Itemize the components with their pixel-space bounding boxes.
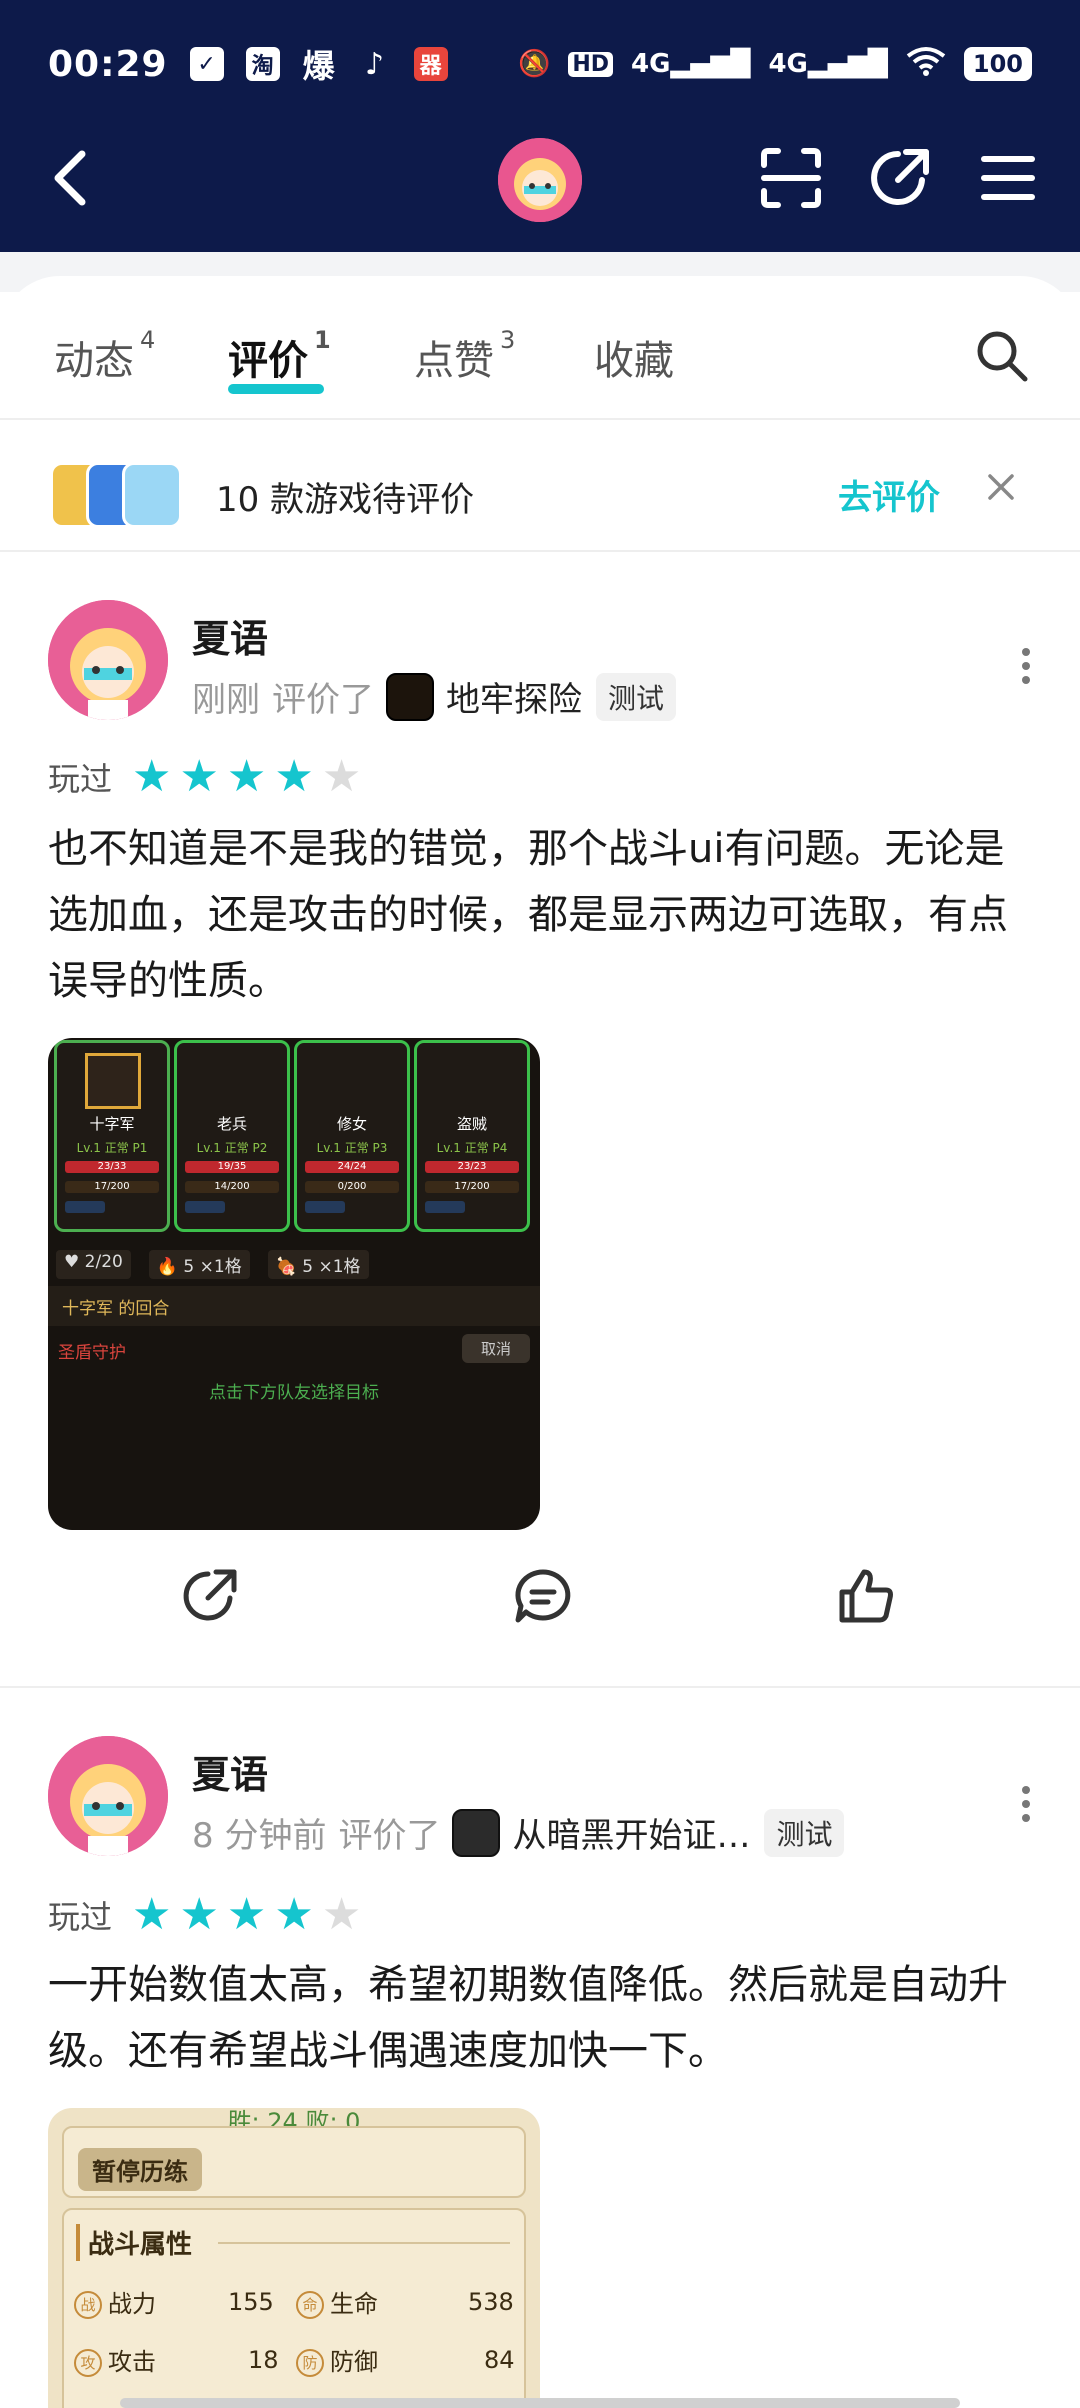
close-icon[interactable] [986, 472, 1016, 506]
clipboard-icon: ✓ [189, 47, 224, 81]
tab-reviews[interactable]: 评价 1 [228, 326, 331, 386]
status-bar: 00:29 ✓ 淘 爆 ♪ 器 🔕 HD 4G▂▄▆█ 4G▂▄▆█ 100 [48, 40, 1032, 88]
share-icon[interactable] [868, 146, 932, 214]
tab-bar: 动态 4 评价 1 点赞 3 收藏 [0, 300, 1080, 420]
hero-slot: 盗贼 Lv.1 正常 P4 23/23 17/200 [414, 1040, 530, 1232]
star-icon: ★ [321, 751, 362, 802]
home-indicator[interactable] [120, 2398, 960, 2408]
review-screenshot[interactable]: 胜: 24 败: 0 暂停历练 战斗属性 战战力 155 命生命 538 攻攻击… [48, 2108, 540, 2408]
star-icon: ★ [274, 1889, 314, 1940]
review-card: 夏语 8 分钟前 评价了 从暗黑开始证… 测试 玩过 ★ ★ ★ ★ ★ 一开始… [0, 1688, 1080, 2408]
battery-indicator: 100 [963, 47, 1032, 81]
star-icon: ★ [179, 751, 219, 802]
status-time: 00:29 [48, 43, 168, 85]
username[interactable]: 夏语 [192, 608, 268, 663]
nav-bar [0, 130, 1080, 230]
hero-slot: 十字军 Lv.1 正常 P1 23/33 17/200 [54, 1040, 170, 1232]
star-icon: ★ [226, 751, 267, 802]
hero-slot: 修女 Lv.1 正常 P3 24/24 0/200 [294, 1040, 410, 1232]
like-icon[interactable] [836, 1566, 896, 1630]
test-tag: 测试 [596, 672, 677, 721]
review-meta: 8 分钟前 评价了 从暗黑开始证… 测试 [192, 1808, 845, 1857]
hero-slot: 老兵 Lv.1 正常 P2 19/35 14/200 [174, 1040, 290, 1232]
explode-icon: 爆 [302, 47, 335, 85]
more-options-icon[interactable] [1020, 1780, 1032, 1828]
played-label: 玩过 [48, 760, 113, 798]
share-icon[interactable] [180, 1566, 240, 1630]
username[interactable]: 夏语 [192, 1744, 268, 1799]
review-card: 夏语 刚刚 评价了 地牢探险 测试 玩过 ★ ★ ★ ★ ★ 也不知道是不是我的… [0, 552, 1080, 1688]
star-icon: ★ [226, 1889, 267, 1940]
avatar[interactable] [48, 1736, 168, 1856]
review-content[interactable]: 一开始数值太高，希望初期数值降低。然后就是自动升级。还有希望战斗偶遇速度加快一下… [48, 1952, 1038, 2084]
star-icon: ★ [132, 1889, 172, 1940]
star-rating: ★ ★ ★ ★ ★ [132, 1893, 361, 1937]
game-name[interactable]: 地牢探险 [446, 672, 582, 721]
more-options-icon[interactable] [1020, 642, 1032, 690]
review-meta: 刚刚 评价了 地牢探险 测试 [192, 672, 677, 721]
hd-icon: HD [568, 51, 614, 77]
4g-signal-icon: 4G▂▄▆█ [768, 49, 888, 79]
wifi-icon [906, 46, 946, 83]
go-review-button[interactable]: 去评价 [838, 470, 940, 519]
played-label: 玩过 [48, 1898, 113, 1936]
review-verb: 评价了 [338, 1816, 441, 1856]
game-icon[interactable] [452, 1808, 501, 1857]
star-icon: ★ [132, 751, 172, 802]
tiktok-icon: ♪ [365, 46, 385, 82]
game-thumb-icon [122, 462, 182, 528]
rating-row: 玩过 ★ ★ ★ ★ ★ [48, 1892, 361, 1938]
tab-likes[interactable]: 点赞 3 [414, 326, 515, 386]
star-icon: ★ [274, 751, 314, 802]
review-content[interactable]: 也不知道是不是我的错觉，那个战斗ui有问题。无论是选加血，还是攻击的时候，都是显… [48, 816, 1038, 1014]
star-rating: ★ ★ ★ ★ ★ [132, 755, 361, 799]
review-time: 刚刚 [192, 680, 260, 720]
back-arrow-icon[interactable] [50, 148, 90, 212]
review-screenshot[interactable]: 十字军 Lv.1 正常 P1 23/33 17/200 老兵 Lv.1 正常 P… [48, 1038, 540, 1530]
game-name[interactable]: 从暗黑开始证… [512, 1808, 750, 1857]
review-actions [0, 1566, 1080, 1646]
review-time: 8 分钟前 [192, 1816, 327, 1856]
scan-icon[interactable] [760, 147, 822, 213]
tab-favorites[interactable]: 收藏 [594, 328, 674, 386]
header-avatar[interactable] [498, 138, 582, 222]
pending-review-text: 10 款游戏待评价 [216, 480, 475, 520]
comment-icon[interactable] [512, 1566, 574, 1630]
taobao-icon: 淘 [245, 47, 280, 81]
test-tag: 测试 [764, 1808, 845, 1857]
pending-review-banner[interactable]: 10 款游戏待评价 去评价 [0, 420, 1080, 552]
menu-icon[interactable] [980, 153, 1036, 207]
star-icon: ★ [179, 1889, 219, 1940]
4g-signal-icon: 4G▂▄▆█ [631, 49, 751, 79]
game-icon[interactable] [386, 672, 434, 721]
review-verb: 评价了 [272, 680, 374, 720]
pending-games-icons [50, 462, 190, 530]
avatar[interactable] [48, 600, 168, 720]
top-header: 00:29 ✓ 淘 爆 ♪ 器 🔕 HD 4G▂▄▆█ 4G▂▄▆█ 100 [0, 0, 1080, 252]
mute-icon: 🔕 [517, 49, 551, 79]
rating-row: 玩过 ★ ★ ★ ★ ★ [48, 754, 361, 800]
search-icon[interactable] [974, 328, 1030, 388]
app-icon: 器 [413, 47, 448, 81]
star-icon: ★ [321, 1889, 362, 1940]
tab-activity[interactable]: 动态 4 [54, 326, 155, 386]
active-tab-indicator [228, 384, 324, 394]
